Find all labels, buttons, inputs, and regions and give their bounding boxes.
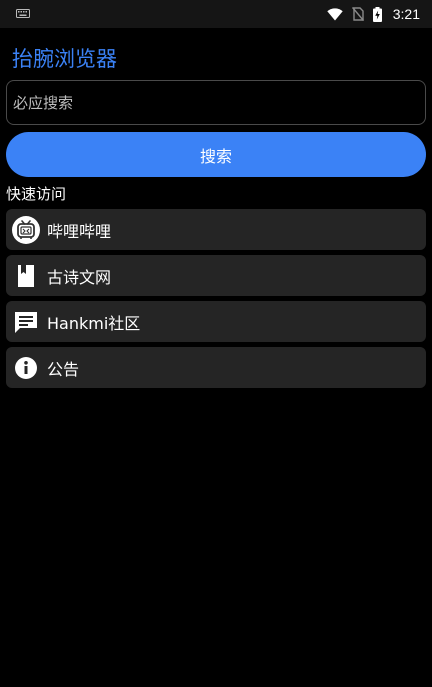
info-icon — [12, 354, 40, 382]
quick-access-item-label: Hankmi社区 — [47, 313, 141, 333]
status-time: 3:21 — [392, 6, 420, 22]
quick-access-item-label: 哔哩哔哩 — [47, 221, 112, 241]
quick-access-item-announcement[interactable]: 公告 — [6, 347, 426, 388]
quick-access-title: 快速访问 — [6, 185, 67, 203]
quick-access-item-hankmi[interactable]: Hankmi社区 — [6, 301, 426, 342]
quick-access-item-label: 公告 — [47, 359, 80, 379]
chat-message-icon — [12, 308, 40, 336]
no-sim-icon — [351, 7, 364, 21]
book-icon — [12, 262, 40, 290]
bilibili-tv-icon — [12, 215, 40, 244]
battery-charging-icon — [372, 6, 382, 22]
app-title: 抬腕浏览器 — [12, 47, 117, 71]
wifi-icon — [327, 7, 343, 20]
search-button[interactable]: 搜索 — [6, 132, 426, 177]
quick-access-item-gushiwen[interactable]: 古诗文网 — [6, 255, 426, 296]
search-box[interactable] — [6, 80, 426, 125]
status-icons: 3:21 — [327, 0, 420, 28]
quick-access-item-label: 古诗文网 — [47, 267, 112, 287]
quick-access-item-bilibili[interactable]: 哔哩哔哩 — [6, 209, 426, 250]
status-bar: 3:21 — [0, 0, 432, 28]
search-input[interactable] — [13, 93, 419, 112]
quick-access-list: 哔哩哔哩 古诗文网 Hankmi社区 公告 — [6, 209, 426, 393]
browser-home-screen: 3:21 抬腕浏览器 搜索 快速访问 哔哩哔哩 — [0, 0, 432, 687]
keyboard-icon — [16, 9, 30, 18]
